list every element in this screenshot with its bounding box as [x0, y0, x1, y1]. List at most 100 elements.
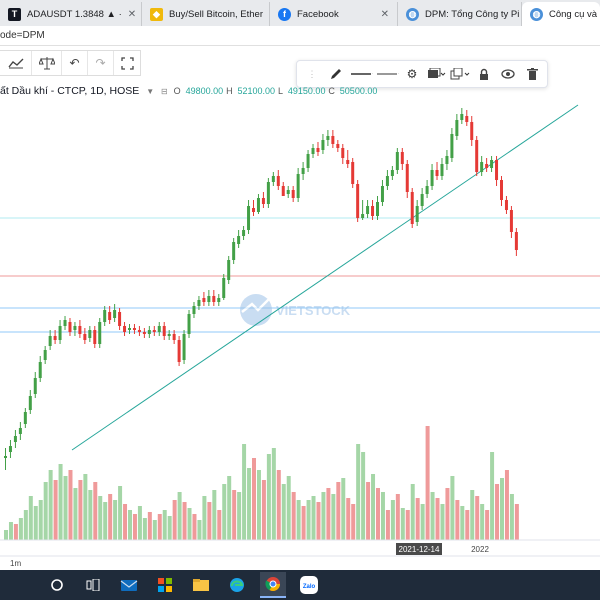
- volume-bar: [509, 494, 514, 540]
- store-icon[interactable]: [152, 572, 178, 598]
- search-icon[interactable]: [44, 572, 70, 598]
- volume-bar: [28, 496, 33, 540]
- volume-bar: [450, 476, 455, 540]
- volume-bar: [485, 510, 490, 540]
- candle-body: [420, 194, 424, 206]
- indicators-icon[interactable]: [0, 51, 32, 75]
- redo-icon[interactable]: ↷: [88, 51, 114, 75]
- line-width-button[interactable]: [375, 63, 399, 85]
- trash-icon[interactable]: [521, 63, 543, 85]
- candle-body: [400, 152, 404, 164]
- volume-bar: [266, 454, 271, 540]
- compare-scale-icon[interactable]: [32, 51, 62, 75]
- candle-body: [495, 160, 499, 180]
- address-bar-fragment[interactable]: ode=DPM: [0, 26, 600, 46]
- candle-body: [410, 192, 414, 224]
- tab-dpm[interactable]: ◍ DPM: Tổng Công ty Pi ✕: [398, 2, 522, 26]
- candle-body: [217, 298, 221, 302]
- candle-body: [48, 336, 52, 346]
- volume-bar: [420, 504, 425, 540]
- volume-bar: [43, 482, 48, 540]
- tab-adausdt[interactable]: T ADAUSDT 1.3848 ▲ · ✕: [0, 2, 142, 26]
- chevron-down-icon[interactable]: ▼: [146, 87, 154, 96]
- candle-body: [281, 186, 285, 196]
- chrome-icon[interactable]: [260, 572, 286, 598]
- volume-bar: [4, 530, 8, 540]
- candle-body: [83, 334, 87, 340]
- volume-bar: [157, 514, 162, 540]
- tab-binance[interactable]: ◆ Buy/Sell Bitcoin, Ether ✕: [142, 2, 270, 26]
- candle-body: [485, 164, 489, 168]
- collapse-icon[interactable]: ⊟: [161, 87, 168, 96]
- volume-bar: [48, 470, 53, 540]
- globe-icon: ◍: [406, 7, 419, 21]
- volume-bar: [271, 448, 276, 540]
- candlesticks: [4, 108, 518, 470]
- candle-body: [415, 206, 419, 222]
- clone-icon[interactable]: [449, 63, 471, 85]
- candle-body: [286, 190, 290, 194]
- candle-body: [63, 320, 67, 326]
- volume-bar: [504, 470, 509, 540]
- zalo-icon[interactable]: Zalo: [296, 572, 322, 598]
- crosshair-date-label: 2021-12-14: [399, 545, 440, 554]
- candle-body: [187, 314, 191, 334]
- volume-bar: [182, 502, 187, 540]
- volume-bar: [227, 476, 232, 540]
- eye-icon[interactable]: [497, 63, 519, 85]
- candle-body: [182, 334, 186, 360]
- candle-body: [395, 152, 399, 170]
- line-style-button[interactable]: [349, 63, 373, 85]
- edge-icon[interactable]: [224, 572, 250, 598]
- time-axis-label: 2022: [471, 545, 489, 554]
- close-icon[interactable]: ✕: [128, 9, 136, 20]
- tab-facebook[interactable]: f Facebook ✕: [270, 2, 398, 26]
- volume-bar: [197, 520, 202, 540]
- volume-bar: [480, 504, 485, 540]
- candle-body: [252, 208, 255, 212]
- visibility-timeframes-icon[interactable]: [425, 63, 447, 85]
- candle-body: [58, 326, 62, 340]
- volume-bar: [167, 516, 172, 540]
- candle-body: [232, 242, 236, 260]
- volume-bar: [128, 510, 132, 540]
- candle-body: [276, 176, 280, 186]
- candle-body: [440, 164, 444, 176]
- volume-bar: [410, 484, 415, 540]
- windows-taskbar: Zalo: [0, 570, 600, 600]
- candle-body: [356, 184, 360, 218]
- volume-bar: [331, 494, 336, 540]
- volume-bar: [495, 484, 500, 540]
- timeframe-button[interactable]: 1m: [10, 559, 21, 568]
- volume-bar: [172, 500, 177, 540]
- gear-icon[interactable]: ⚙: [401, 63, 423, 85]
- lock-icon[interactable]: [473, 63, 495, 85]
- mail-icon[interactable]: [116, 572, 142, 598]
- candle-body: [405, 164, 409, 192]
- candle-body: [152, 330, 156, 332]
- volume-bar: [18, 518, 23, 540]
- candle-body: [425, 186, 429, 194]
- task-view-icon[interactable]: [80, 572, 106, 598]
- fullscreen-icon[interactable]: [114, 51, 140, 75]
- candle-body: [465, 116, 469, 122]
- volume-bar: [222, 484, 227, 540]
- price-chart[interactable]: VIETSTOCK 2021-12-14 2022 1m: [0, 96, 600, 570]
- volume-bar: [192, 514, 197, 540]
- volume-bar: [296, 500, 301, 540]
- candle-body: [509, 210, 513, 232]
- tab-cong-cu[interactable]: ◍ Công cụ và Dữ: [522, 2, 600, 26]
- candle-body: [38, 362, 42, 378]
- volume-bar: [242, 444, 247, 540]
- file-explorer-icon[interactable]: [188, 572, 214, 598]
- drag-handle-icon[interactable]: ⋮: [301, 63, 323, 85]
- volume-bars: [4, 426, 519, 540]
- candle-body: [306, 154, 310, 168]
- undo-icon[interactable]: ↶: [62, 51, 88, 75]
- candle-body: [455, 120, 459, 136]
- trendline[interactable]: [71, 104, 579, 451]
- pencil-icon[interactable]: [325, 63, 347, 85]
- volume-bar: [23, 510, 28, 540]
- candle-body: [351, 162, 355, 184]
- close-icon[interactable]: ✕: [381, 9, 389, 20]
